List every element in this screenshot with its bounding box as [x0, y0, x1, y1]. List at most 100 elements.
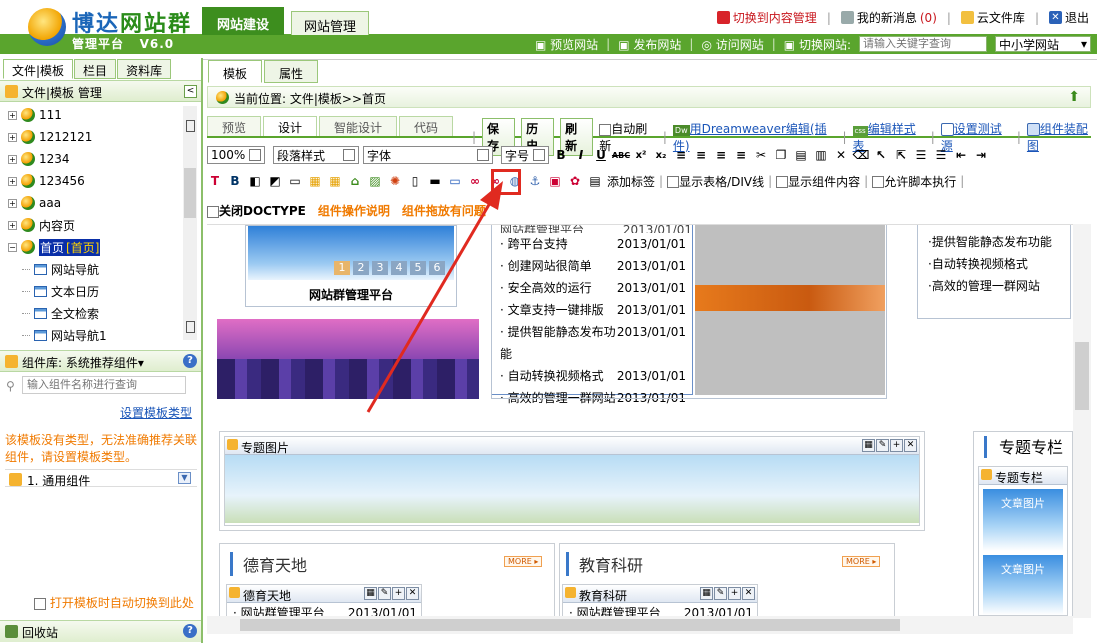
tree-scrollbar[interactable] [183, 106, 197, 340]
canvas-vscrollbar[interactable] [1073, 224, 1091, 618]
tab-site-build[interactable]: 网站建设 [202, 7, 285, 35]
cut-icon[interactable]: ✂ [753, 147, 769, 163]
component-help-link[interactable]: 组件操作说明 [318, 202, 390, 219]
clear-format-icon[interactable]: ◩ [267, 173, 283, 189]
paragraph-style-select[interactable]: 段落样式 [273, 146, 359, 164]
outdent-icon[interactable]: ⇤ [953, 147, 969, 163]
font-select[interactable]: 字体 [363, 146, 493, 164]
feature-item[interactable]: · 提供智能静态发布功能 [928, 231, 1070, 253]
feature-item[interactable]: · 自动转换视频格式 [928, 253, 1070, 275]
image-icon[interactable]: ▨ [367, 173, 383, 189]
design-canvas[interactable]: 123456 网站群管理平台 网站群管理平台 2013/01/01 · 跨平台支持… [207, 224, 1073, 616]
paste-text-icon[interactable]: ▥ [813, 147, 829, 163]
eraser-icon[interactable]: ⌫ [853, 147, 870, 163]
text-color-icon[interactable]: T [207, 173, 223, 189]
pointer-icon[interactable]: ↖ [873, 147, 889, 163]
show-component-checkbox[interactable] [776, 176, 789, 188]
zoom-select[interactable]: 100% [207, 146, 265, 164]
media-icon[interactable]: ▣ [547, 173, 563, 189]
close-icon[interactable]: ✕ [904, 439, 917, 452]
pager-item[interactable]: 3 [372, 261, 388, 275]
edit-icon[interactable]: ✎ [714, 587, 727, 600]
tab-library[interactable]: 资料库 [117, 59, 172, 79]
expand-icon[interactable]: + [8, 110, 17, 120]
canvas-hscroll-thumb[interactable] [240, 619, 900, 631]
justify-icon[interactable]: ≡ [733, 147, 749, 163]
paste-icon[interactable]: ▤ [793, 147, 809, 163]
ordered-list-icon[interactable]: ☰ [913, 147, 929, 163]
component-search-input[interactable] [22, 376, 186, 394]
tab-properties[interactable]: 属性 [264, 60, 319, 83]
settings-icon[interactable]: ▦ [700, 587, 713, 600]
component-issue-link[interactable]: 组件拖放有问题 [402, 202, 486, 219]
auto-switch-checkbox[interactable] [34, 597, 46, 610]
show-component-toggle[interactable]: 显示组件内容 [776, 173, 860, 190]
tree-item[interactable]: +1212121 [8, 126, 92, 148]
pager-item[interactable]: 4 [391, 261, 407, 275]
font-size-select[interactable]: 字号 [501, 146, 549, 164]
form-icon[interactable]: ▯ [407, 173, 423, 189]
layer2-icon[interactable]: ▦ [327, 173, 343, 189]
auto-refresh-checkbox[interactable] [599, 123, 612, 136]
switch-content-link[interactable]: 切换到内容管理 [716, 9, 817, 26]
settings-icon[interactable]: ▦ [862, 439, 875, 452]
special-char-icon[interactable]: ✿ [567, 173, 583, 189]
superscript-icon[interactable]: x² [633, 147, 649, 163]
tree-item[interactable]: +123456 [8, 170, 85, 192]
tab-preview[interactable]: 预览 [207, 116, 262, 136]
expand-icon[interactable]: + [8, 154, 17, 164]
tab-code[interactable]: 代码 [399, 116, 454, 136]
copy-icon[interactable]: ❐ [773, 147, 789, 163]
close-icon[interactable]: ✕ [406, 587, 419, 600]
recycle-bin[interactable]: 回收站 ? [0, 620, 201, 642]
pager-item[interactable]: 1 [334, 261, 350, 275]
close-doctype-checkbox[interactable] [207, 205, 219, 218]
add-icon[interactable]: + [728, 587, 741, 600]
flash-icon[interactable]: ✺ [387, 173, 403, 189]
visit-site-link[interactable]: ◎ 访问网站 [701, 36, 763, 53]
pager-item[interactable]: 2 [353, 261, 369, 275]
tree-item[interactable]: 网站导航 [22, 258, 99, 280]
allow-script-checkbox[interactable] [872, 176, 885, 188]
line-icon[interactable]: ▬ [427, 173, 443, 189]
layer-icon[interactable]: ▦ [307, 173, 323, 189]
site-search-input[interactable] [859, 36, 987, 52]
scroll-up-icon[interactable] [186, 120, 195, 132]
align-center-icon[interactable]: ≡ [693, 147, 709, 163]
underline-icon[interactable]: U [593, 147, 609, 163]
indent-icon[interactable]: ⇥ [973, 147, 989, 163]
align-right-icon[interactable]: ≡ [713, 147, 729, 163]
tree-item[interactable]: + aaa [8, 192, 61, 214]
tree-item[interactable]: +1234 [8, 148, 70, 170]
add-icon[interactable]: + [890, 439, 903, 452]
unordered-list-icon[interactable]: ☰ [933, 147, 949, 163]
italic-icon[interactable]: I [573, 147, 589, 163]
align-left-icon[interactable]: ≡ [673, 147, 689, 163]
expand-icon[interactable]: + [8, 176, 17, 186]
show-table-checkbox[interactable] [667, 176, 680, 188]
pager-item[interactable]: 5 [410, 261, 426, 275]
set-template-type-link[interactable]: 设置模板类型 [120, 404, 192, 421]
collapse-icon[interactable]: − [8, 242, 17, 252]
edit-icon[interactable]: ✎ [378, 587, 391, 600]
anchor-icon[interactable]: ⚓ [527, 173, 543, 189]
preview-site-link[interactable]: ▣ 预览网站 [535, 36, 598, 53]
up-arrow-icon[interactable]: ⬆ [1068, 89, 1080, 105]
category-row[interactable]: 1. 通用组件 ▼ [5, 469, 197, 488]
strikethrough-icon[interactable]: ABC [612, 147, 630, 163]
expand-icon[interactable]: ▼ [178, 472, 191, 484]
logout-link[interactable]: ✕ 退出 [1048, 9, 1089, 26]
component-lib-header[interactable]: 组件库: 系统推荐组件▾ ? [0, 350, 201, 372]
settings-icon[interactable]: ▦ [364, 587, 377, 600]
allow-script-toggle[interactable]: 允许脚本执行 [872, 173, 956, 190]
help-icon[interactable]: ? [183, 354, 197, 368]
close-doctype-toggle[interactable]: 关闭DOCTYPE [207, 202, 306, 219]
moral-more-link[interactable]: MORE ▸ [504, 556, 543, 567]
edu-more-link[interactable]: MORE ▸ [842, 556, 881, 567]
tree-item[interactable]: +111 [8, 104, 62, 126]
link-icon[interactable]: ∞ [467, 173, 483, 189]
tree-item[interactable]: + 内容页 [8, 214, 75, 236]
select-icon[interactable]: ⇱ [893, 147, 909, 163]
messages-link[interactable]: 我的新消息 (0) [840, 9, 937, 26]
tree-item[interactable]: 网站导航1 [22, 324, 107, 346]
